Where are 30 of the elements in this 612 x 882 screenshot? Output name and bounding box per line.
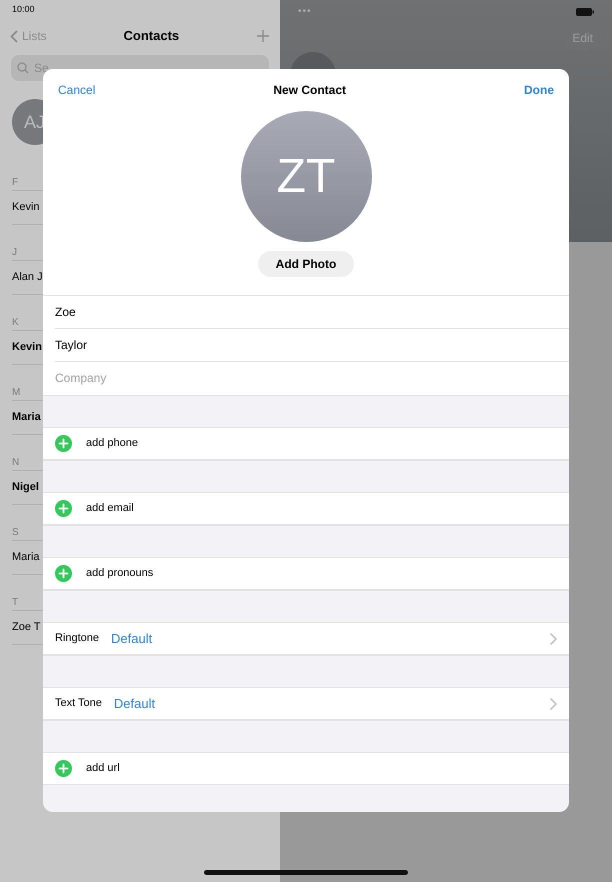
add-icon[interactable] [256, 29, 270, 43]
setting-value: Default [114, 694, 156, 713]
setting-row[interactable]: Ringtone Default [43, 622, 569, 655]
add-field-row[interactable]: add email [43, 492, 569, 525]
search-icon [17, 62, 29, 74]
setting-label: Ringtone [55, 631, 100, 646]
add-icon [55, 760, 72, 777]
chevron-right-icon [550, 632, 557, 644]
modal-title: New Contact [272, 82, 348, 99]
back-chevron-icon [10, 30, 18, 42]
battery-icon [576, 8, 594, 16]
text-field[interactable]: Taylor [43, 329, 569, 361]
cancel-button[interactable]: Cancel [58, 81, 96, 99]
add-photo-button[interactable]: Add Photo [258, 251, 354, 277]
add-icon [55, 500, 72, 517]
setting-row[interactable]: Text Tone Default [43, 687, 569, 720]
add-icon [55, 435, 72, 452]
add-field-row[interactable]: add url [43, 752, 569, 785]
setting-label: Text Tone [55, 696, 102, 712]
done-button[interactable]: Done [524, 81, 554, 99]
text-field[interactable]: Company [43, 362, 569, 394]
text-field[interactable]: Zoe [43, 296, 569, 328]
add-field-row[interactable]: add phone [43, 427, 569, 460]
status-time: 10:00 [11, 3, 36, 16]
add-field-row[interactable]: add pronouns [43, 557, 569, 590]
contact-avatar: ZT [240, 111, 372, 242]
chevron-right-icon [550, 698, 557, 710]
add-icon [55, 565, 72, 582]
list-title: Contacts [122, 27, 180, 46]
setting-value: Default [111, 630, 152, 648]
